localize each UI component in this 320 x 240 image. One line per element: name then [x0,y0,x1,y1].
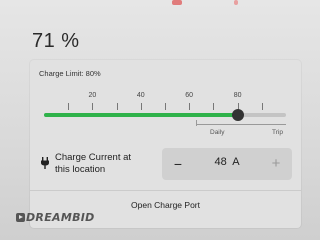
watermark-logo-icon [16,213,25,222]
charge-current-value: 48 A [214,156,240,168]
panel-divider [30,190,301,191]
slider-tick [116,103,118,110]
charge-current-stepper: − 48 A + [162,148,292,180]
decrease-current-button[interactable]: − [168,152,188,176]
charge-limit-label: Charge Limit: 80% [39,69,101,78]
tick-label-80: 80 [233,92,242,99]
tick-label-40: 40 [136,92,145,99]
slider-fill [44,113,238,117]
trip-label: Trip [272,129,283,136]
tick-label-60: 60 [185,92,194,99]
watermark: DREAMBID [16,211,95,224]
charging-screen: 71 % Charge Limit: 80% 20 40 60 80 Daily… [0,0,320,240]
charge-current-label-line2: this location [55,164,106,175]
increase-current-button[interactable]: + [266,152,286,176]
charge-current-label: Charge Current at this location [55,152,131,176]
slider-tick [213,103,215,110]
slider-tick [140,103,142,110]
battery-charge-percent: 71 % [32,30,80,52]
daily-trip-range-line [196,124,286,125]
charging-panel: Charge Limit: 80% 20 40 60 80 Daily Trip [30,60,301,228]
slider-knob[interactable] [231,109,244,121]
slider-tick [189,103,191,110]
slider-tick [165,103,166,110]
slider-tick [261,103,263,110]
charge-current-row: Charge Current at this location − 48 A + [30,145,301,183]
plug-icon [41,157,49,169]
daily-range-marker [196,120,197,126]
tick-label-20: 20 [88,92,97,99]
watermark-text: DREAMBID [26,211,95,224]
top-status-marks [150,0,320,8]
slider-tick [92,103,94,110]
slider-tick [68,103,70,110]
daily-label: Daily [210,129,225,136]
charge-current-label-line1: Charge Current at [55,152,132,163]
charge-limit-slider[interactable]: 20 40 60 80 Daily Trip [44,88,286,148]
slider-track[interactable] [44,113,286,117]
